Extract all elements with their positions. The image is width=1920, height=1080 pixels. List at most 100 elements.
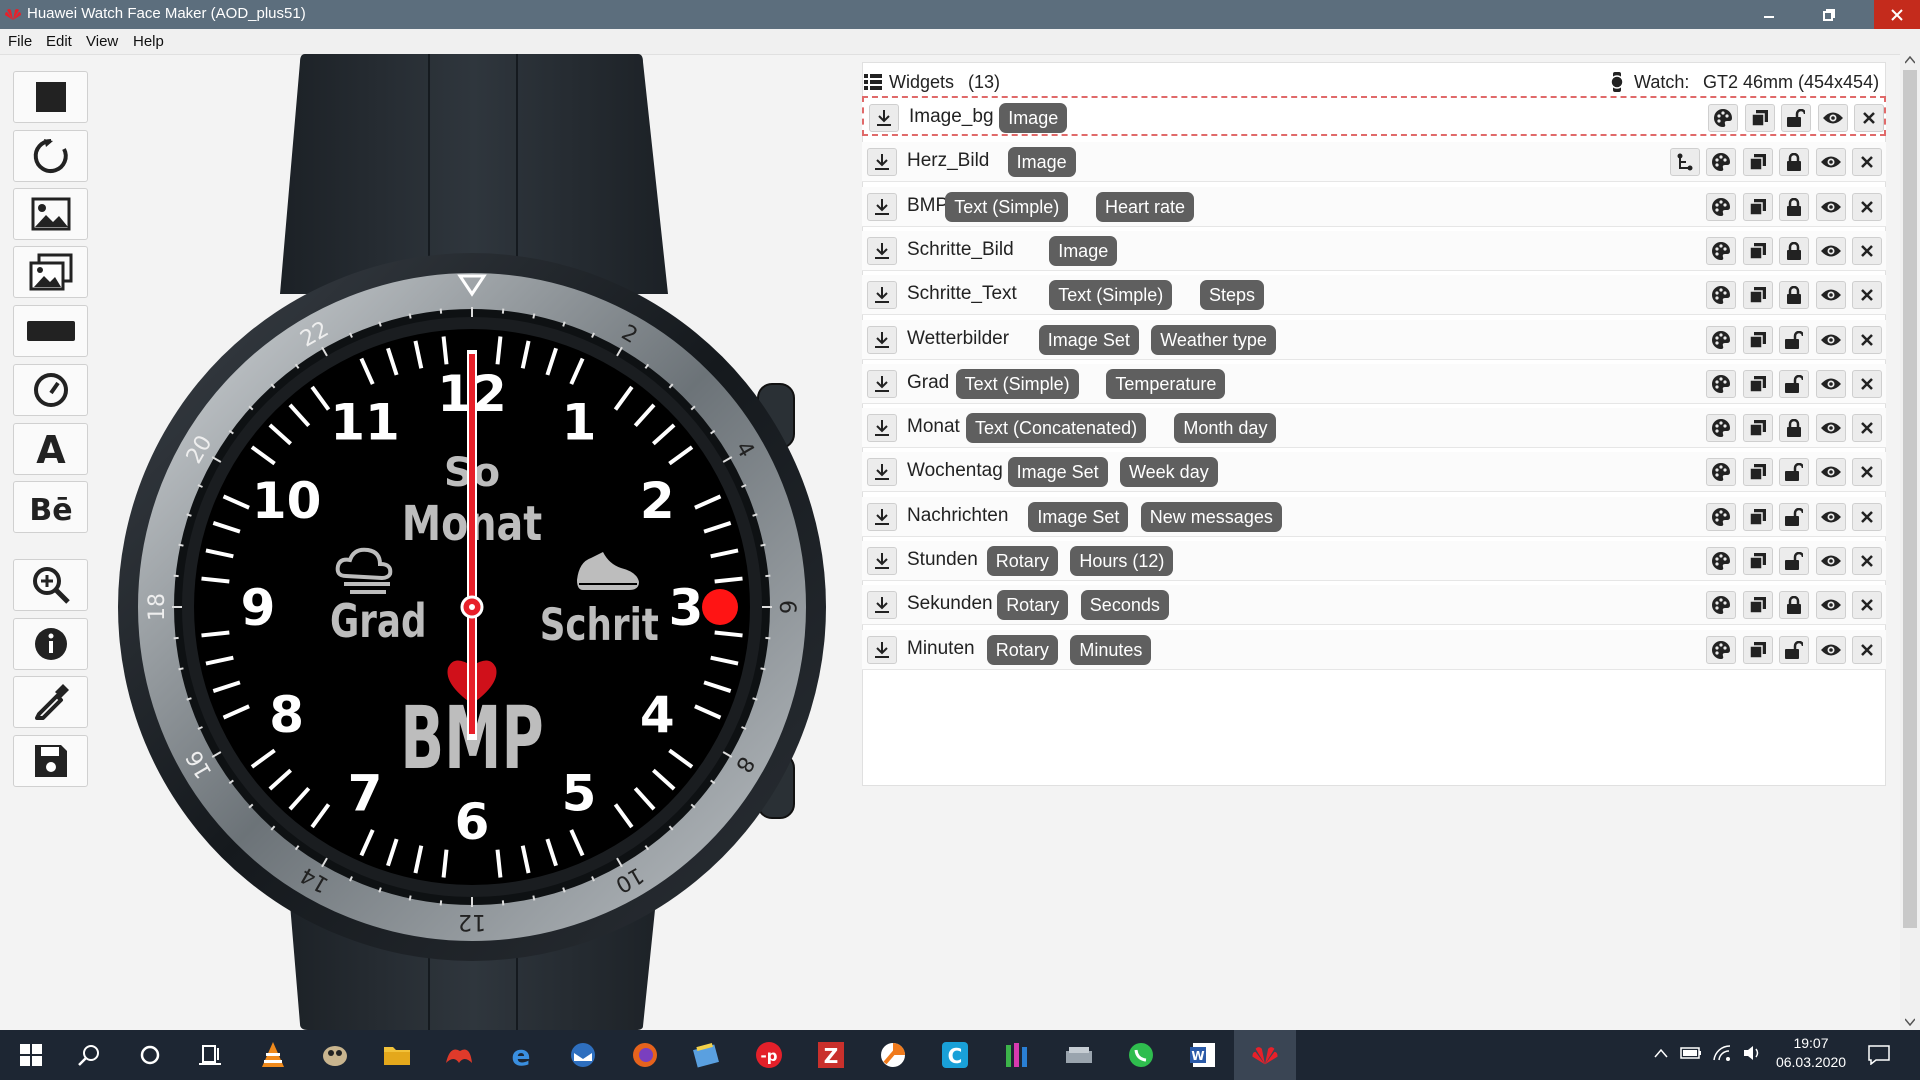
color-button[interactable] (1706, 502, 1736, 531)
add-image-set-button[interactable] (13, 246, 88, 298)
start-button[interactable] (14, 1038, 48, 1072)
scroll-up-icon[interactable] (1905, 56, 1915, 64)
delete-button[interactable] (1854, 104, 1884, 132)
visibility-button[interactable] (1815, 148, 1846, 177)
taskbar-clock[interactable]: 19:07 06.03.2020 (1771, 1035, 1851, 1070)
lock-button[interactable] (1781, 104, 1811, 132)
download-button[interactable] (867, 148, 897, 177)
wifi-icon[interactable] (1712, 1044, 1732, 1062)
delete-button[interactable] (1852, 325, 1882, 354)
lock-button[interactable] (1779, 281, 1809, 310)
delete-button[interactable] (1852, 192, 1882, 221)
minimize-button[interactable] (1746, 0, 1792, 29)
widget-row[interactable]: Image_bg Image (862, 96, 1886, 136)
add-text-button[interactable]: A (13, 423, 88, 475)
color-button[interactable] (1706, 325, 1736, 354)
duplicate-button[interactable] (1742, 148, 1773, 177)
taskbar-app-blender[interactable] (876, 1038, 910, 1072)
lock-button[interactable] (1779, 591, 1809, 620)
notifications-icon[interactable] (1868, 1045, 1890, 1065)
delete-button[interactable] (1852, 414, 1882, 443)
download-button[interactable] (867, 458, 897, 487)
download-button[interactable] (867, 502, 897, 531)
add-font-button[interactable]: Bē (13, 481, 88, 533)
delete-button[interactable] (1852, 502, 1882, 531)
task-view-button[interactable] (194, 1038, 228, 1072)
lock-button[interactable] (1779, 547, 1809, 575)
widget-row[interactable]: Stunden Rotary Hours (12) (862, 541, 1886, 581)
taskbar-app-bars[interactable] (1000, 1038, 1034, 1072)
battery-icon[interactable] (1680, 1046, 1702, 1060)
color-button[interactable] (1706, 236, 1736, 265)
visibility-button[interactable] (1815, 591, 1846, 620)
visibility-button[interactable] (1815, 325, 1846, 354)
duplicate-button[interactable] (1742, 281, 1773, 310)
taskbar-app-pdf[interactable]: -p (752, 1038, 786, 1072)
download-button[interactable] (867, 192, 897, 221)
tray-chevron-up-icon[interactable] (1654, 1048, 1668, 1058)
lock-button[interactable] (1779, 236, 1809, 265)
widget-row[interactable]: Wetterbilder Image Set Weather type (862, 319, 1886, 360)
visibility-button[interactable] (1815, 281, 1846, 310)
taskbar-app-whatsapp[interactable] (1124, 1038, 1158, 1072)
color-button[interactable] (1706, 458, 1736, 487)
taskbar-app-disk[interactable] (1062, 1038, 1096, 1072)
lock-button[interactable] (1779, 192, 1809, 221)
menu-view[interactable]: View (86, 33, 118, 50)
taskbar-app-explorer[interactable] (380, 1038, 414, 1072)
cortana-button[interactable] (133, 1038, 167, 1072)
color-button[interactable] (1706, 281, 1736, 310)
visibility-button[interactable] (1815, 502, 1846, 531)
duplicate-button[interactable] (1744, 104, 1775, 132)
duplicate-button[interactable] (1742, 236, 1773, 265)
restore-button[interactable] (1806, 0, 1852, 29)
widget-row[interactable]: Monat Text (Concatenated) Month day (862, 408, 1886, 449)
widget-row[interactable]: Sekunden Rotary Seconds (862, 585, 1886, 626)
zoom-button[interactable] (13, 559, 88, 611)
taskbar-app-word[interactable]: W (1186, 1038, 1220, 1072)
delete-button[interactable] (1852, 236, 1882, 265)
color-button[interactable] (1706, 148, 1736, 177)
color-button[interactable] (1708, 104, 1738, 132)
volume-icon[interactable] (1742, 1044, 1764, 1062)
add-image-button[interactable] (13, 188, 88, 240)
add-gauge-button[interactable] (13, 364, 88, 416)
color-button[interactable] (1706, 414, 1736, 443)
visibility-button[interactable] (1815, 458, 1846, 487)
add-rectangle-button[interactable] (13, 71, 88, 123)
duplicate-button[interactable] (1742, 458, 1773, 487)
delete-button[interactable] (1852, 591, 1882, 620)
taskbar-app-thunderbird[interactable] (566, 1038, 600, 1072)
download-button[interactable] (867, 236, 897, 265)
taskbar-app-filezilla[interactable]: Z (814, 1038, 848, 1072)
lock-button[interactable] (1779, 635, 1809, 664)
download-button[interactable] (867, 591, 897, 620)
download-button[interactable] (867, 547, 897, 575)
taskbar-app-c[interactable]: C (938, 1038, 972, 1072)
duplicate-button[interactable] (1742, 192, 1773, 221)
visibility-button[interactable] (1815, 547, 1846, 575)
menu-edit[interactable]: Edit (46, 33, 72, 50)
delete-button[interactable] (1852, 369, 1882, 398)
pick-color-button[interactable] (13, 676, 88, 728)
widget-row[interactable]: Minuten Rotary Minutes (862, 629, 1886, 670)
widget-row[interactable]: Grad Text (Simple) Temperature (862, 363, 1886, 404)
taskbar-app-huawei-active[interactable] (1234, 1030, 1296, 1080)
delete-button[interactable] (1852, 148, 1882, 177)
visibility-button[interactable] (1815, 236, 1846, 265)
scrollbar-thumb[interactable] (1903, 70, 1917, 928)
visibility-button[interactable] (1815, 369, 1846, 398)
widget-row[interactable]: BMP Text (Simple) Heart rate (862, 186, 1886, 227)
duplicate-button[interactable] (1742, 325, 1773, 354)
taskbar-app-gimp[interactable] (318, 1038, 352, 1072)
watch-preview[interactable]: 246810121416182022 121234567891011 So Mo… (108, 54, 844, 1030)
download-button[interactable] (867, 635, 897, 664)
download-button[interactable] (869, 104, 899, 132)
close-window-button[interactable] (1874, 0, 1920, 29)
save-button[interactable] (13, 735, 88, 787)
duplicate-button[interactable] (1742, 414, 1773, 443)
menu-file[interactable]: File (8, 33, 32, 50)
add-bar-button[interactable] (13, 305, 88, 357)
visibility-button[interactable] (1817, 104, 1848, 132)
menu-help[interactable]: Help (133, 33, 164, 50)
